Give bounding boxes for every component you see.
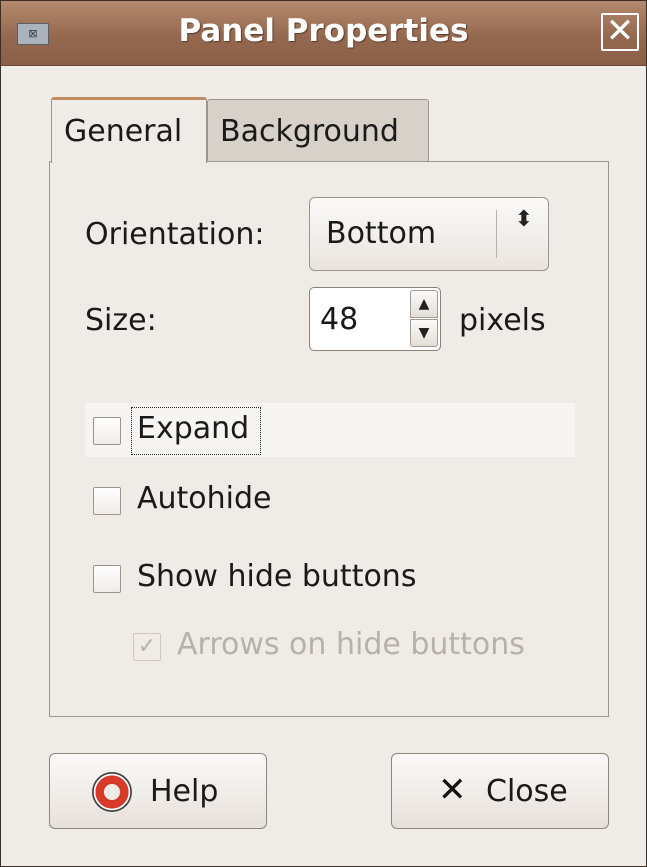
- combo-separator: [496, 210, 497, 258]
- close-button[interactable]: ✕ Close: [391, 753, 609, 829]
- tab-general[interactable]: General: [51, 97, 207, 163]
- size-label: Size:: [85, 303, 157, 338]
- check-mark-icon: ✓: [137, 634, 157, 659]
- arrow-up-icon: ▲: [418, 296, 430, 312]
- arrows-on-hide-buttons-checkbox[interactable]: ✓: [133, 633, 161, 661]
- size-unit-label: pixels: [459, 303, 546, 338]
- arrows-on-hide-buttons-label: Arrows on hide buttons: [177, 627, 525, 662]
- help-button[interactable]: Help: [49, 753, 267, 829]
- spin-down-button[interactable]: ▼: [410, 319, 438, 347]
- up-down-arrows-icon: ⬍: [514, 207, 534, 232]
- tab-general-label: General: [64, 114, 183, 149]
- autohide-label[interactable]: Autohide: [137, 481, 272, 516]
- orientation-value: Bottom: [326, 216, 437, 251]
- help-button-label: Help: [150, 774, 219, 809]
- size-spinbutton[interactable]: 48 ▲ ▼: [309, 287, 441, 351]
- spin-buttons: ▲ ▼: [410, 290, 438, 348]
- window-title: Panel Properties: [178, 13, 469, 49]
- show-hide-buttons-label[interactable]: Show hide buttons: [137, 559, 416, 594]
- autohide-checkbox[interactable]: [93, 487, 121, 515]
- show-hide-buttons-checkbox[interactable]: [93, 565, 121, 593]
- arrow-down-icon: ▼: [418, 325, 430, 341]
- panel-properties-dialog: ⊠ Panel Properties ✕ Background General …: [0, 0, 647, 867]
- close-button-label: Close: [486, 774, 568, 809]
- close-icon: ✕: [605, 11, 635, 51]
- size-value: 48: [320, 302, 359, 337]
- expand-checkbox[interactable]: [93, 417, 121, 445]
- window-close-button[interactable]: ✕: [601, 13, 639, 51]
- title-bar[interactable]: ⊠ Panel Properties ✕: [1, 1, 646, 66]
- orientation-combo[interactable]: Bottom ⬍: [309, 197, 549, 271]
- tab-background[interactable]: Background: [207, 99, 429, 161]
- lifebuoy-icon: [92, 772, 132, 812]
- expand-label[interactable]: Expand: [137, 411, 249, 446]
- close-icon: ✕: [438, 770, 467, 810]
- tab-background-label: Background: [220, 114, 399, 149]
- orientation-label: Orientation:: [85, 217, 265, 252]
- spin-up-button[interactable]: ▲: [410, 290, 438, 318]
